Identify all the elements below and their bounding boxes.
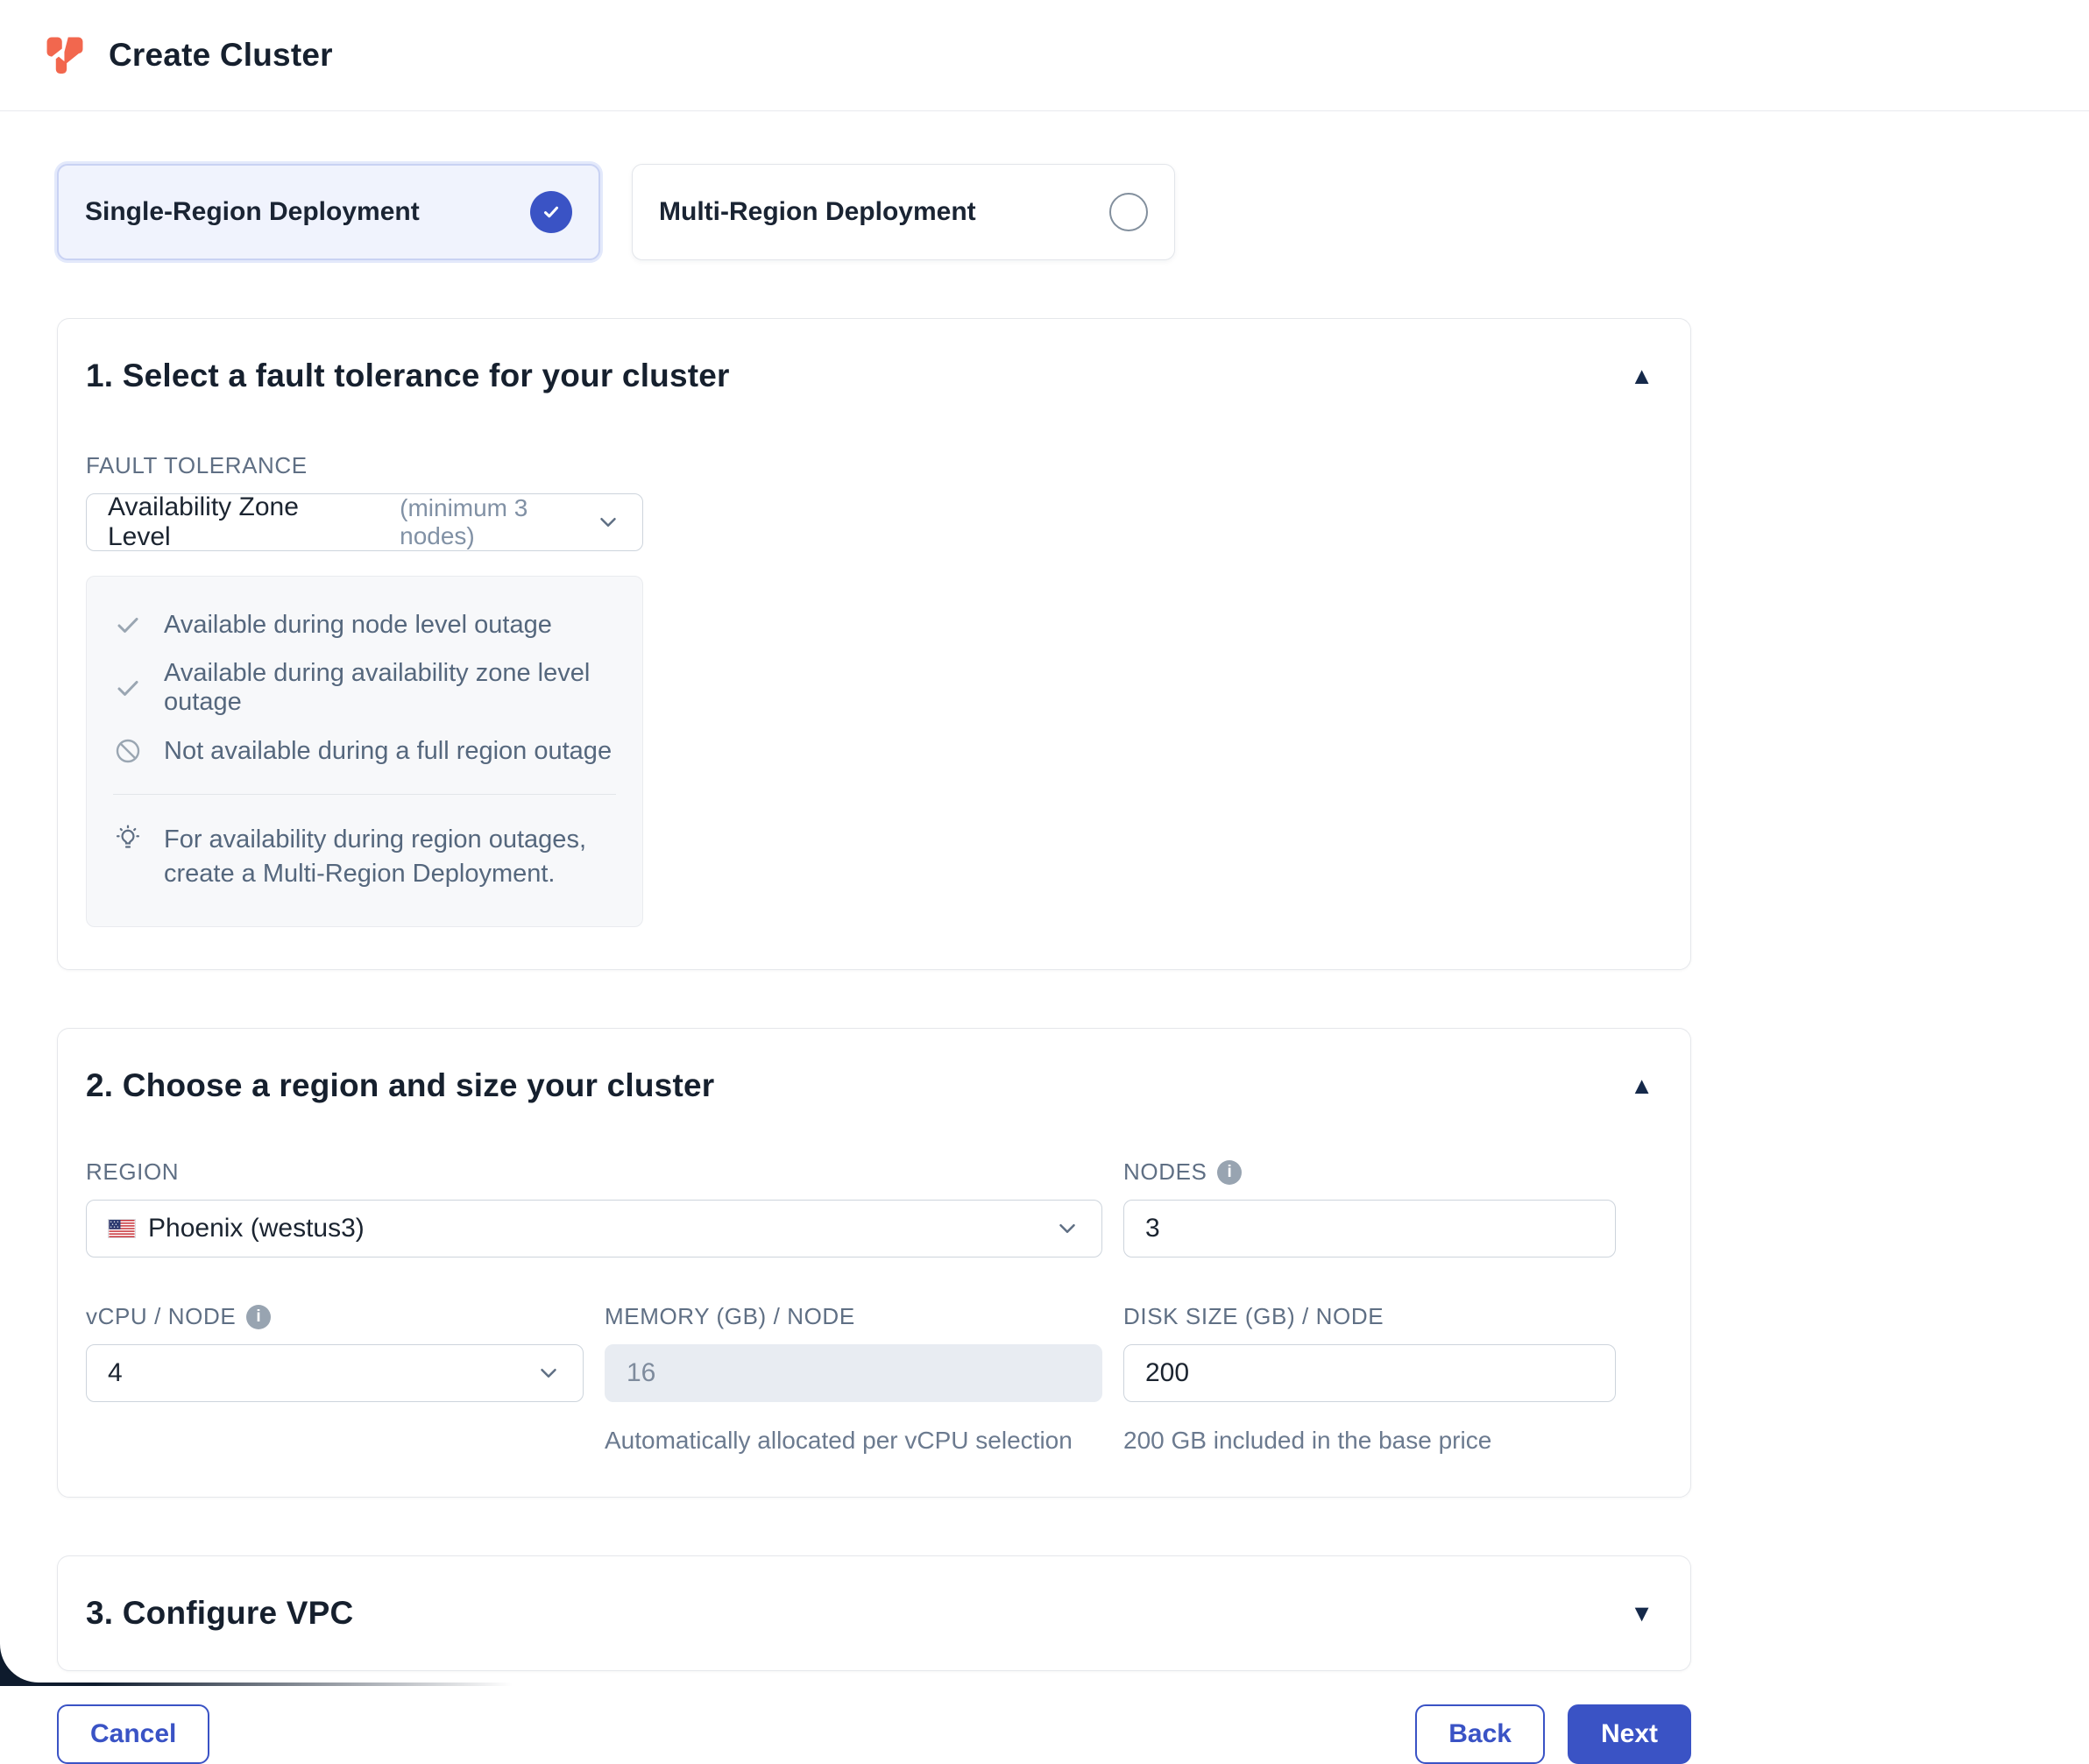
info-icon[interactable]: i [246, 1305, 271, 1329]
region-field: REGION [86, 1158, 1102, 1257]
fault-tolerance-value: Availability Zone Level [108, 492, 351, 552]
radio-selected-icon[interactable] [530, 191, 572, 233]
section-region-size: 2. Choose a region and size your cluster… [57, 1028, 1691, 1498]
deployment-option-label: Multi-Region Deployment [659, 197, 976, 227]
fault-tolerance-note: (minimum 3 nodes) [400, 494, 595, 550]
vcpu-select[interactable]: 4 [86, 1344, 584, 1402]
chevron-down-icon [1054, 1215, 1080, 1242]
chevron-down-icon [535, 1360, 562, 1386]
cancel-button[interactable]: Cancel [57, 1704, 209, 1764]
availability-note-text: Not available during a full region outag… [164, 737, 612, 766]
region-value: Phoenix (westus3) [148, 1214, 365, 1243]
ban-icon [113, 736, 143, 766]
page-title: Create Cluster [109, 37, 333, 74]
availability-note: Not available during a full region outag… [113, 736, 616, 766]
availability-note: Available during node level outage [113, 610, 616, 640]
deployment-option-label: Single-Region Deployment [85, 197, 420, 227]
memory-field: MEMORY (GB) / NODE Automatically allocat… [605, 1303, 1102, 1455]
expand-section-icon[interactable]: ▼ [1625, 1598, 1659, 1629]
us-flag-icon [108, 1219, 136, 1238]
vcpu-value: 4 [108, 1358, 123, 1388]
memory-label: MEMORY (GB) / NODE [605, 1303, 1102, 1330]
memory-helper-text: Automatically allocated per vCPU selecti… [605, 1427, 1102, 1455]
checkmark-icon [540, 201, 563, 223]
nodes-input[interactable] [1123, 1200, 1616, 1257]
disk-label: DISK SIZE (GB) / NODE [1123, 1303, 1616, 1330]
availability-info-box: Available during node level outage Avail… [86, 576, 643, 927]
collapse-section-icon[interactable]: ▲ [1625, 1071, 1659, 1102]
deployment-option-single-region[interactable]: Single-Region Deployment [57, 164, 600, 260]
divider [113, 794, 616, 795]
fault-tolerance-label: FAULT TOLERANCE [86, 452, 643, 479]
nodes-label: NODES [1123, 1158, 1207, 1186]
back-button[interactable]: Back [1415, 1704, 1545, 1764]
disk-size-input[interactable] [1123, 1344, 1616, 1402]
fault-tolerance-select[interactable]: Availability Zone Level (minimum 3 nodes… [86, 493, 643, 551]
section-heading: 1. Select a fault tolerance for your clu… [86, 358, 730, 394]
memory-input [605, 1344, 1102, 1402]
radio-unselected-icon[interactable] [1109, 193, 1148, 231]
region-select[interactable]: Phoenix (westus3) [86, 1200, 1102, 1257]
deployment-type-selector: Single-Region Deployment Multi-Region De… [57, 164, 1691, 260]
section-configure-vpc: 3. Configure VPC ▼ [57, 1555, 1691, 1671]
footer-actions: Cancel Back Next [57, 1704, 1691, 1764]
section-heading: 2. Choose a region and size your cluster [86, 1067, 714, 1104]
tip-row: For availability during region outages, … [113, 823, 616, 891]
vcpu-label: vCPU / NODE [86, 1303, 236, 1330]
yugabyte-logo-icon [40, 31, 89, 80]
availability-note: Available during availability zone level… [113, 659, 616, 717]
app-header: Create Cluster [0, 0, 2089, 111]
section-heading: 3. Configure VPC [86, 1595, 353, 1632]
region-label: REGION [86, 1158, 1102, 1186]
lightbulb-icon [113, 823, 143, 853]
disk-field: DISK SIZE (GB) / NODE 200 GB included in… [1123, 1303, 1616, 1455]
check-icon [113, 610, 143, 640]
collapse-section-icon[interactable]: ▲ [1625, 361, 1659, 392]
chevron-down-icon [595, 509, 621, 535]
availability-note-text: Available during node level outage [164, 611, 552, 640]
tip-text: For availability during region outages, … [164, 823, 611, 891]
deployment-option-multi-region[interactable]: Multi-Region Deployment [632, 164, 1175, 260]
nodes-field: NODES i [1123, 1158, 1616, 1257]
section-fault-tolerance: 1. Select a fault tolerance for your clu… [57, 318, 1691, 970]
vcpu-field: vCPU / NODE i 4 [86, 1303, 584, 1455]
check-icon [113, 673, 143, 703]
next-button[interactable]: Next [1568, 1704, 1691, 1764]
disk-helper-text: 200 GB included in the base price [1123, 1427, 1616, 1455]
info-icon[interactable]: i [1217, 1160, 1242, 1185]
availability-note-text: Available during availability zone level… [164, 659, 616, 717]
